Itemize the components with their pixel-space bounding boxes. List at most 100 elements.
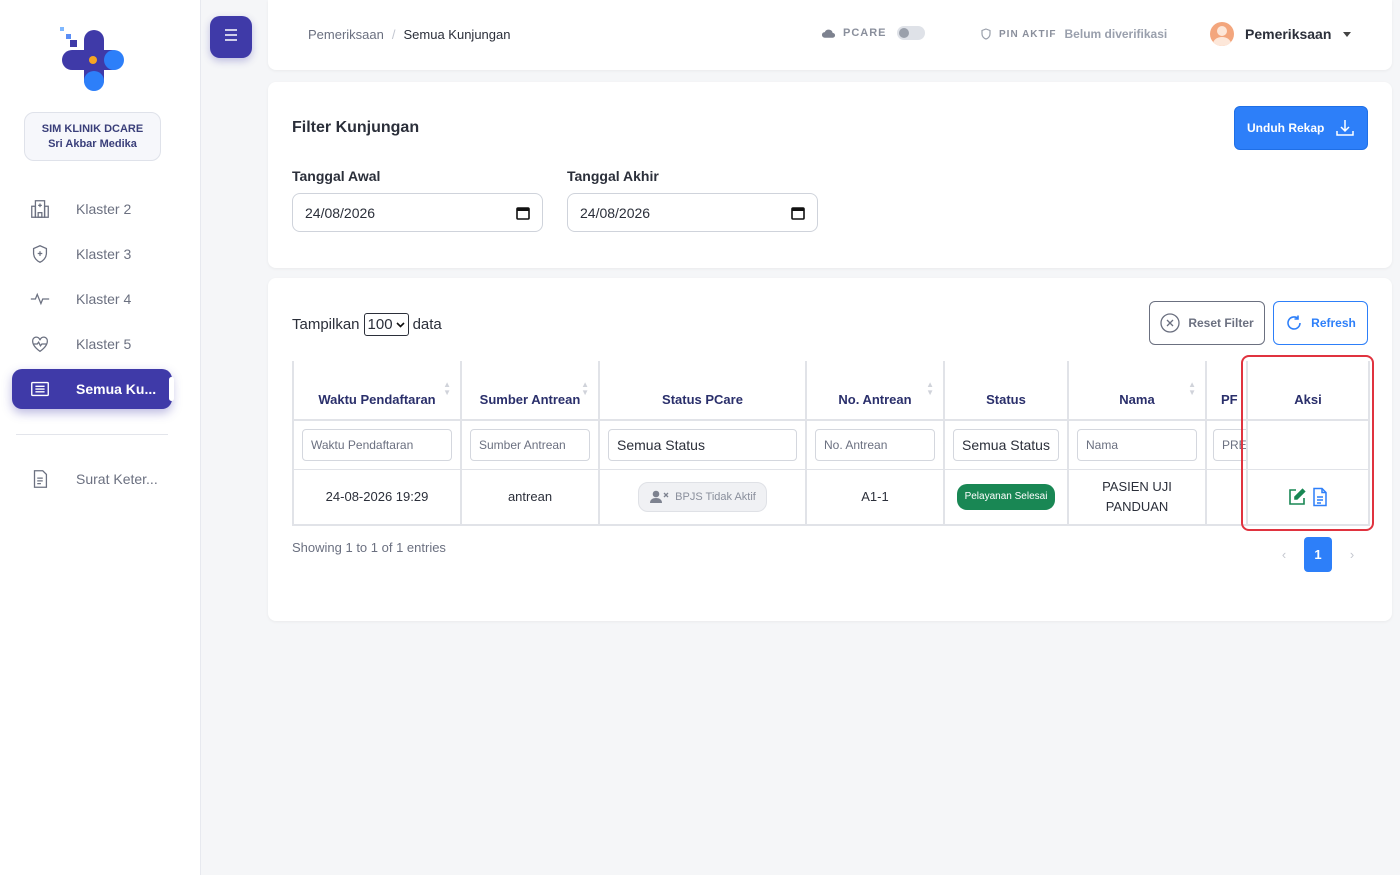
reset-filter-label: Reset Filter <box>1188 316 1254 330</box>
status-badge: Pelayanan Selesai <box>956 483 1056 510</box>
column-header-waktu[interactable]: Waktu Pendaftaran ▲ ▼ <box>292 361 462 421</box>
sidebar-item-klaster-5[interactable]: Klaster 5 <box>12 324 172 364</box>
end-date-value: 24/08/2026 <box>580 204 651 221</box>
pagination-next[interactable]: › <box>1338 547 1366 562</box>
sort-icon: ▲ ▼ <box>443 380 451 397</box>
column-label: Waktu Pendaftaran <box>318 392 436 407</box>
calendar-icon[interactable] <box>791 206 805 220</box>
pcare-status: PCARE <box>821 26 925 40</box>
sidebar-item-label: Klaster 5 <box>76 336 132 352</box>
column-header-status-pcare: Status PCare <box>598 361 807 421</box>
clinic-logo <box>56 24 128 96</box>
pagination-page[interactable]: 1 <box>1304 537 1332 572</box>
table-info: Showing 1 to 1 of 1 entries <box>292 540 446 555</box>
filter-waktu-input[interactable]: Waktu Pendaftaran <box>302 428 452 461</box>
end-date-label: Tanggal Akhir <box>567 168 659 184</box>
refresh-label: Refresh <box>1311 316 1356 330</box>
cell-nama: PASIEN UJI PANDUAN <box>1067 469 1207 526</box>
download-recap-button[interactable]: Unduh Rekap <box>1234 106 1368 150</box>
chevron-down-icon <box>1343 31 1352 37</box>
pagination: ‹ 1 › <box>1270 537 1366 572</box>
sidebar-item-label: Klaster 3 <box>76 246 132 262</box>
sort-icon: ▲ ▼ <box>581 380 589 397</box>
bpjs-status-badge: BPJS Tidak Aktif <box>638 481 767 512</box>
refresh-icon <box>1285 314 1311 332</box>
close-circle-icon <box>1160 313 1188 333</box>
start-date-input[interactable]: 24/08/2026 <box>292 193 543 232</box>
pcare-toggle[interactable] <box>896 26 925 40</box>
column-header-status: Status <box>943 361 1069 421</box>
page-length-select[interactable]: 100 <box>363 313 409 336</box>
filter-sumber-input[interactable]: Sumber Antrean <box>470 428 590 461</box>
sidebar-item-label: Klaster 4 <box>76 291 132 307</box>
sidebar-item-klaster-2[interactable]: Klaster 2 <box>12 189 172 229</box>
filter-status-select[interactable]: Semua Status <box>953 428 1059 461</box>
pcare-label: PCARE <box>843 27 887 39</box>
column-header-nama[interactable]: Nama ▲ ▼ <box>1067 361 1207 421</box>
reset-filter-button[interactable]: Reset Filter <box>1149 301 1265 345</box>
column-label: Status <box>986 392 1026 407</box>
clinic-name-box: SIM KLINIK DCARE Sri Akbar Medika <box>24 112 161 161</box>
filter-status-pcare-select[interactable]: Semua Status <box>608 428 797 461</box>
clinic-title: SIM KLINIK DCARE <box>41 123 144 135</box>
filter-no-antrean-input[interactable]: No. Antrean <box>815 428 935 461</box>
document-icon[interactable] <box>1311 487 1329 507</box>
shield-plus-icon <box>28 242 52 266</box>
clinic-subtitle: Sri Akbar Medika <box>48 138 137 150</box>
page-length-control: Tampilkan 100 data <box>292 313 442 336</box>
cell-pf <box>1205 469 1248 526</box>
cell-status: Pelayanan Selesai <box>943 469 1069 526</box>
cloud-icon <box>821 27 836 39</box>
sort-icon: ▲ ▼ <box>1188 380 1196 397</box>
document-icon <box>28 467 52 491</box>
sidebar-item-label: Semua Ku... <box>76 381 157 397</box>
show-prefix: Tampilkan <box>292 316 360 333</box>
filter-pf-input[interactable]: PRE <box>1213 428 1246 461</box>
download-label: Unduh Rekap <box>1247 121 1325 135</box>
sidebar-item-surat-keterangan[interactable]: Surat Keter... <box>12 459 172 499</box>
menu-toggle-button[interactable] <box>210 16 252 58</box>
breadcrumb-item[interactable]: Pemeriksaan <box>308 27 384 42</box>
column-label: Sumber Antrean <box>479 392 581 407</box>
heart-pulse-icon <box>28 332 52 356</box>
chevron-down-icon <box>395 321 405 328</box>
refresh-button[interactable]: Refresh <box>1273 301 1368 345</box>
visits-table-card: Tampilkan 100 data Reset Filter Refresh … <box>268 278 1392 621</box>
hamburger-icon <box>223 28 239 47</box>
sidebar-item-label: Surat Keter... <box>76 471 158 487</box>
column-label: Aksi <box>1294 392 1322 407</box>
sidebar-divider <box>16 434 168 435</box>
end-date-input[interactable]: 24/08/2026 <box>567 193 818 232</box>
page-length-value: 100 <box>367 316 393 333</box>
top-header: Pemeriksaan / Semua Kunjungan PCARE PIN AK… <box>268 0 1392 70</box>
bpjs-status-label: BPJS Tidak Aktif <box>675 490 756 503</box>
cell-no-antrean: A1-1 <box>805 469 945 526</box>
cell-waktu: 24-08-2026 19:29 <box>292 469 462 526</box>
column-header-no-antrean[interactable]: No. Antrean ▲ ▼ <box>805 361 945 421</box>
sort-icon: ▲ ▼ <box>926 380 934 397</box>
column-label: No. Antrean <box>838 392 912 407</box>
cell-aksi <box>1246 469 1370 526</box>
sidebar-item-semua-kunjungan[interactable]: Semua Ku... <box>12 369 174 409</box>
edit-icon[interactable] <box>1287 487 1307 507</box>
pagination-prev[interactable]: ‹ <box>1270 547 1298 562</box>
sidebar-item-klaster-4[interactable]: Klaster 4 <box>12 279 172 319</box>
column-header-sumber[interactable]: Sumber Antrean ▲ ▼ <box>460 361 600 421</box>
calendar-icon[interactable] <box>516 206 530 220</box>
sidebar-item-label: Klaster 2 <box>76 201 132 217</box>
download-icon <box>1335 118 1355 138</box>
pin-value: Belum diverifikasi <box>1064 27 1168 41</box>
filter-title: Filter Kunjungan <box>292 119 420 136</box>
avatar <box>1210 22 1234 46</box>
column-header-pf[interactable]: PF <box>1205 361 1248 421</box>
sidebar: SIM KLINIK DCARE Sri Akbar Medika Klaste… <box>0 0 201 875</box>
list-icon <box>28 377 52 401</box>
show-suffix: data <box>412 316 442 333</box>
sidebar-item-klaster-3[interactable]: Klaster 3 <box>12 234 172 274</box>
shield-icon <box>981 28 991 40</box>
filter-nama-input[interactable]: Nama <box>1077 428 1197 461</box>
breadcrumb: Pemeriksaan / Semua Kunjungan <box>308 27 511 42</box>
user-menu[interactable]: Pemeriksaan <box>1210 22 1352 46</box>
cell-status-pcare: BPJS Tidak Aktif <box>598 469 807 526</box>
breadcrumb-current: Semua Kunjungan <box>403 27 511 42</box>
